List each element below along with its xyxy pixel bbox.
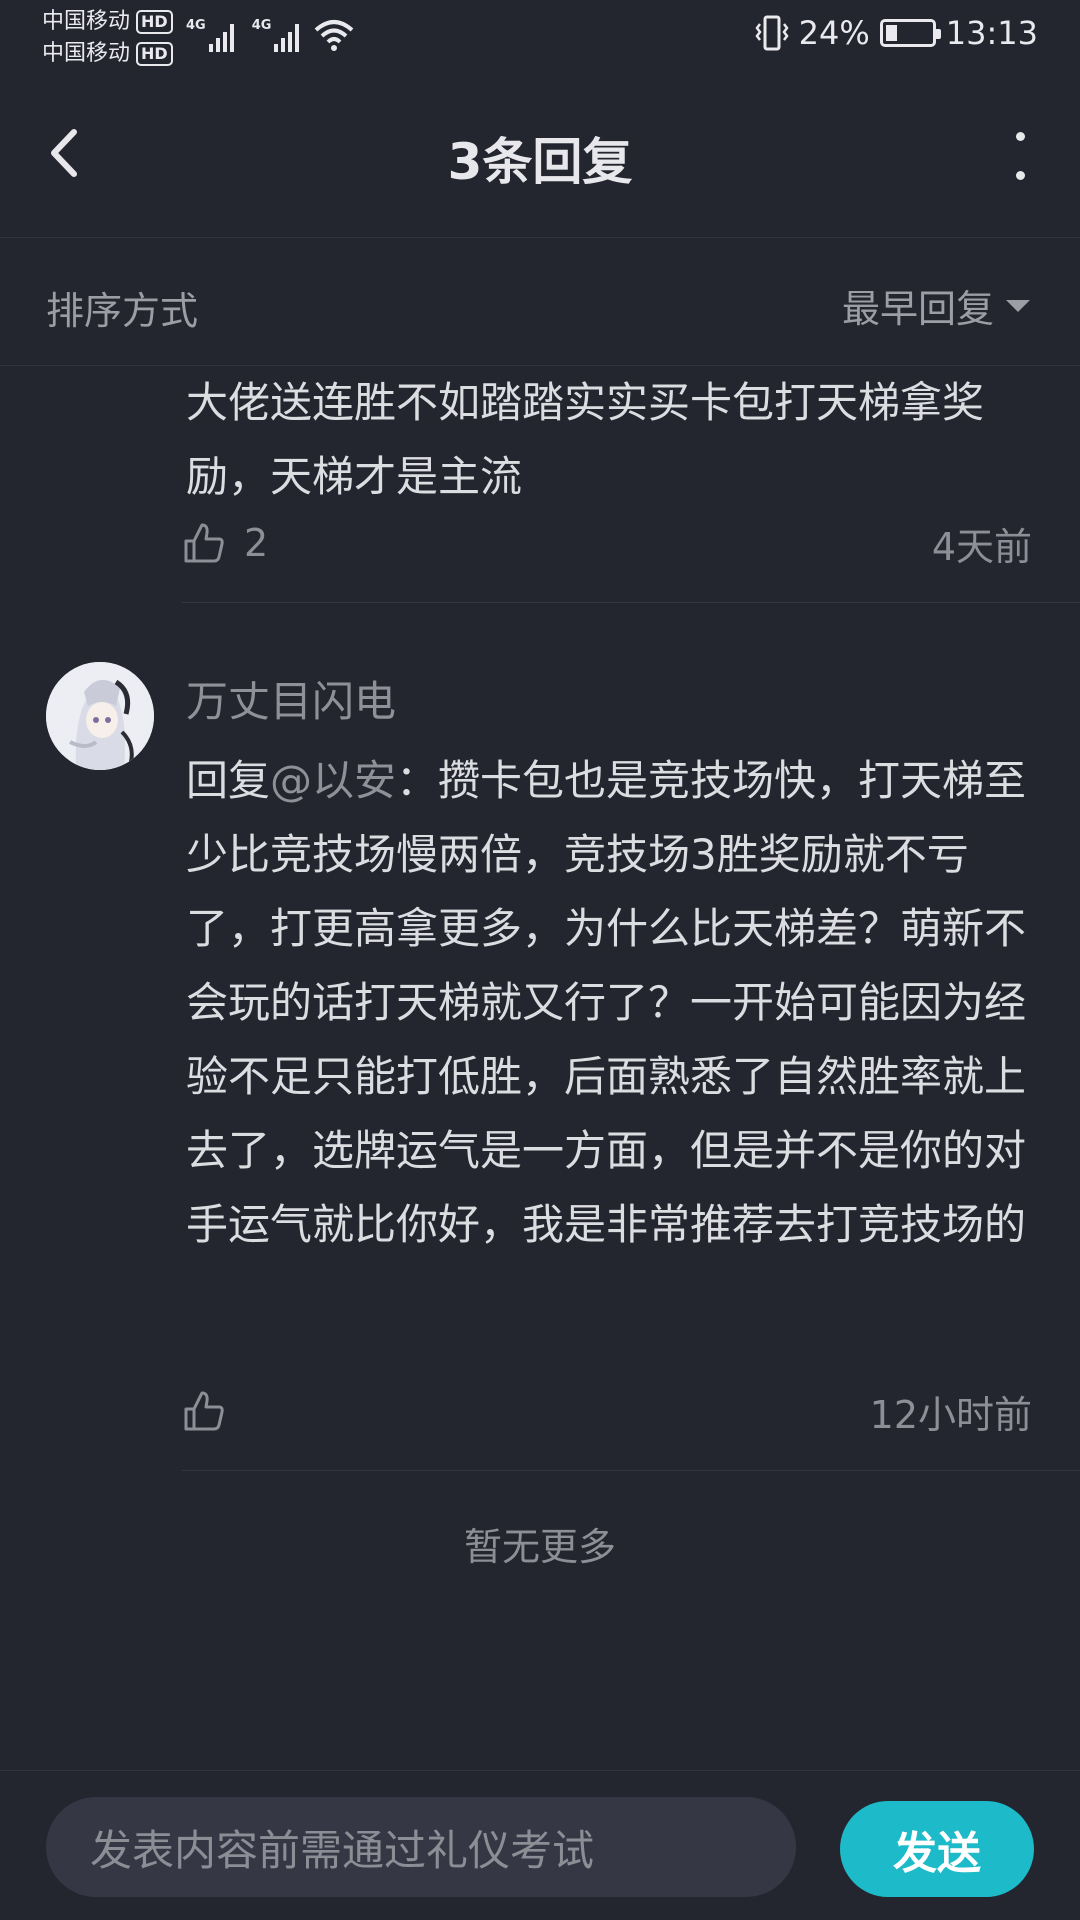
like-button[interactable] [182, 1389, 244, 1433]
title-bar: 3条回复 [0, 72, 1080, 238]
divider [182, 602, 1080, 603]
more-vertical-icon [1015, 132, 1025, 141]
no-more-label: 暂无更多 [463, 1525, 616, 1569]
reply-username[interactable]: 万丈目闪电 [186, 668, 396, 729]
signal-icons: 4G 4G [186, 18, 300, 52]
sort-selected-value: 最早回复 [841, 287, 994, 331]
reply-text: 大佬送连胜不如踏踏实实买卡包打天梯拿奖励，天梯才是主流 [186, 378, 985, 501]
status-bar: 中国移动 HD 中国移动 HD 4G 4G 24% 13:13 [0, 0, 1080, 72]
mention-link[interactable]: @以安 [270, 756, 396, 805]
hd-badge: HD [136, 42, 173, 66]
like-button[interactable]: 2 [182, 521, 268, 565]
carrier-2-label: 中国移动 [42, 41, 131, 66]
caret-down-icon [1006, 299, 1030, 312]
battery-percent: 24% [798, 14, 870, 52]
reply-meta: 12小时前 [182, 1386, 1032, 1437]
sort-label: 排序方式 [46, 289, 199, 333]
reply-prefix: 回复 [186, 756, 271, 805]
reply-time: 4天前 [931, 524, 1032, 569]
vibrate-icon [755, 15, 789, 51]
signal-2-icon: 4G [252, 18, 300, 52]
reply-meta: 2 4天前 [182, 518, 1032, 569]
page-title: 3条回复 [447, 133, 633, 191]
carrier-info: 中国移动 HD 中国移动 HD [42, 6, 173, 70]
send-button[interactable]: 发送 [840, 1801, 1034, 1897]
comment-input[interactable]: 发表内容前需通过礼仪考试 [46, 1797, 796, 1897]
wifi-icon [314, 20, 354, 51]
battery-icon [879, 19, 941, 47]
signal-1-icon: 4G [186, 18, 234, 52]
sort-dropdown[interactable]: 最早回复 [842, 278, 1030, 333]
reply-time: 12小时前 [869, 1392, 1032, 1437]
more-options-button[interactable] [1008, 132, 1032, 180]
battery-fill [885, 25, 897, 41]
thumbs-up-icon [184, 1391, 224, 1431]
network-type-label: 4G [186, 18, 206, 33]
reply-body: ：攒卡包也是竞技场快，打天梯至少比竞技场慢两倍，竞技场3胜奖励就不亏了，打更高拿… [186, 756, 1027, 1249]
network-type-label: 4G [251, 18, 272, 33]
clock: 13:13 [945, 14, 1038, 52]
comment-input-placeholder: 发表内容前需通过礼仪考试 [90, 1825, 595, 1875]
status-right: 24% 13:13 [755, 14, 1038, 52]
composer-bar: 发表内容前需通过礼仪考试 发送 [0, 1770, 1080, 1920]
sort-row: 排序方式 最早回复 [0, 238, 1080, 366]
hd-badge: HD [136, 10, 173, 34]
like-count: 2 [244, 521, 269, 565]
avatar-image [46, 662, 154, 770]
reply-text: 回复@以安：攒卡包也是竞技场快，打天梯至少比竞技场慢两倍，竞技场3胜奖励就不亏了… [186, 744, 1036, 1262]
avatar[interactable] [46, 662, 154, 770]
divider [182, 1470, 1080, 1471]
thumbs-up-icon [184, 523, 224, 563]
carrier-1-label: 中国移动 [42, 9, 131, 34]
